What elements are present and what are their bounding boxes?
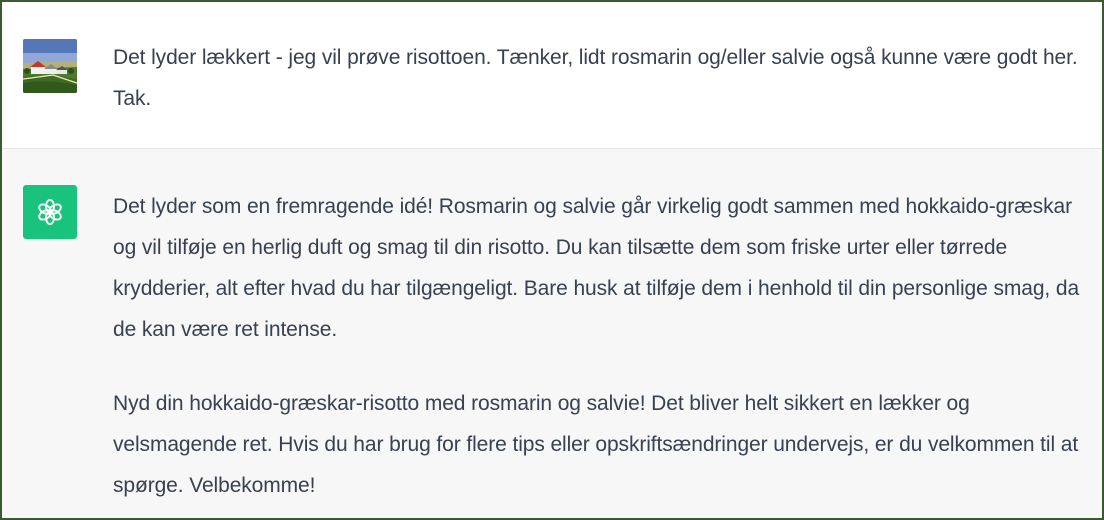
landscape-photo-avatar	[23, 39, 77, 93]
user-avatar	[23, 39, 77, 93]
chat-window: Det lyder lækkert - jeg vil prøve risott…	[0, 0, 1104, 520]
assistant-avatar	[23, 185, 77, 239]
assistant-message-text: Det lyder som en fremragende idé! Rosmar…	[113, 186, 1083, 506]
user-message-paragraph: Det lyder lækkert - jeg vil prøve risott…	[113, 46, 1078, 110]
user-message-text: Det lyder lækkert - jeg vil prøve risott…	[113, 37, 1083, 119]
assistant-paragraph-1: Det lyder som en fremragende idé! Rosmar…	[113, 195, 1080, 341]
assistant-paragraph-2: Nyd din hokkaido-græskar-risotto med ros…	[113, 392, 1079, 497]
user-message: Det lyder lækkert - jeg vil prøve risott…	[2, 2, 1102, 149]
assistant-message: Det lyder som en fremragende idé! Rosmar…	[2, 149, 1102, 518]
openai-logo-icon	[38, 198, 62, 226]
